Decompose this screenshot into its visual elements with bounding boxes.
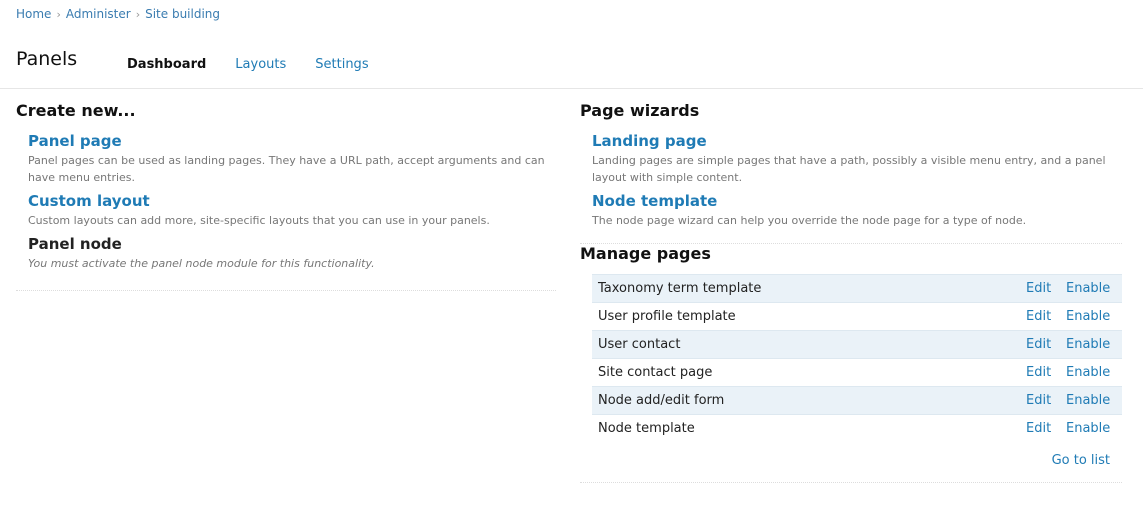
create-item-panel-node: Panel node You must activate the panel n… [28, 235, 556, 272]
wizard-item-landing-page: Landing page Landing pages are simple pa… [592, 132, 1122, 186]
breadcrumb-site-building[interactable]: Site building [145, 7, 220, 21]
table-row: Site contact page Edit Enable [592, 358, 1122, 387]
landing-page-description: Landing pages are simple pages that have… [592, 154, 1106, 184]
tab-bar: Dashboard Layouts Settings [127, 57, 398, 72]
panel-page-link[interactable]: Panel page [28, 132, 556, 150]
create-new-section: Create new... Panel page Panel pages can… [16, 101, 556, 291]
enable-link[interactable]: Enable [1060, 275, 1122, 303]
node-template-link[interactable]: Node template [592, 192, 1122, 210]
go-to-list-link[interactable]: Go to list [1052, 453, 1110, 468]
wizard-item-node-template: Node template The node page wizard can h… [592, 192, 1122, 229]
custom-layout-link[interactable]: Custom layout [28, 192, 556, 210]
edit-link[interactable]: Edit [1020, 359, 1060, 387]
enable-link[interactable]: Enable [1060, 303, 1122, 331]
table-row: Taxonomy term template Edit Enable [592, 274, 1122, 303]
edit-link[interactable]: Edit [1020, 331, 1060, 359]
edit-link[interactable]: Edit [1020, 387, 1060, 415]
create-item-custom-layout: Custom layout Custom layouts can add mor… [28, 192, 556, 229]
manage-pages-table: Taxonomy term template Edit Enable User … [592, 274, 1122, 443]
breadcrumb-administer[interactable]: Administer [66, 7, 131, 21]
create-new-list: Panel page Panel pages can be used as la… [28, 132, 556, 272]
edit-link[interactable]: Edit [1020, 275, 1060, 303]
breadcrumb-separator: › [135, 8, 141, 21]
create-item-panel-page: Panel page Panel pages can be used as la… [28, 132, 556, 186]
right-column: Page wizards Landing page Landing pages … [580, 101, 1122, 483]
page-name: User contact [598, 337, 681, 352]
panel-node-description: You must activate the panel node module … [28, 257, 375, 270]
create-new-title: Create new... [16, 101, 136, 120]
page-header: Panels Dashboard Layouts Settings [0, 45, 1143, 89]
page-title: Panels [16, 48, 78, 70]
table-row: Node add/edit form Edit Enable [592, 386, 1122, 415]
manage-pages-title: Manage pages [580, 244, 711, 263]
page-name: Node add/edit form [598, 393, 725, 408]
custom-layout-description: Custom layouts can add more, site-specif… [28, 214, 490, 227]
page-name: Node template [598, 421, 695, 437]
table-row: User contact Edit Enable [592, 330, 1122, 359]
tab-dashboard[interactable]: Dashboard [127, 57, 206, 72]
tab-layouts[interactable]: Layouts [235, 57, 286, 72]
tab-settings[interactable]: Settings [315, 57, 368, 72]
breadcrumb-separator: › [56, 8, 61, 21]
enable-link[interactable]: Enable [1060, 415, 1122, 443]
page-name: Taxonomy term template [598, 281, 762, 296]
breadcrumb-home[interactable]: Home [16, 7, 51, 21]
page-wizards-list: Landing page Landing pages are simple pa… [592, 132, 1122, 229]
go-to-list-container: Go to list [580, 453, 1122, 468]
page-name: User profile template [598, 309, 736, 324]
enable-link[interactable]: Enable [1060, 387, 1122, 415]
node-template-description: The node page wizard can help you overri… [592, 214, 1027, 227]
section-divider [580, 481, 1122, 483]
enable-link[interactable]: Enable [1060, 331, 1122, 359]
panel-node-title: Panel node [28, 235, 122, 253]
panel-page-description: Panel pages can be used as landing pages… [28, 154, 545, 184]
page-name: Site contact page [598, 365, 713, 380]
page-wizards-title: Page wizards [580, 101, 700, 120]
section-divider [16, 290, 556, 291]
table-row: Node template Edit Enable [592, 414, 1122, 443]
edit-link[interactable]: Edit [1020, 415, 1060, 443]
edit-link[interactable]: Edit [1020, 303, 1060, 331]
breadcrumb: Home › Administer › Site building [16, 7, 220, 21]
landing-page-link[interactable]: Landing page [592, 132, 1122, 150]
enable-link[interactable]: Enable [1060, 359, 1122, 387]
table-row: User profile template Edit Enable [592, 302, 1122, 331]
